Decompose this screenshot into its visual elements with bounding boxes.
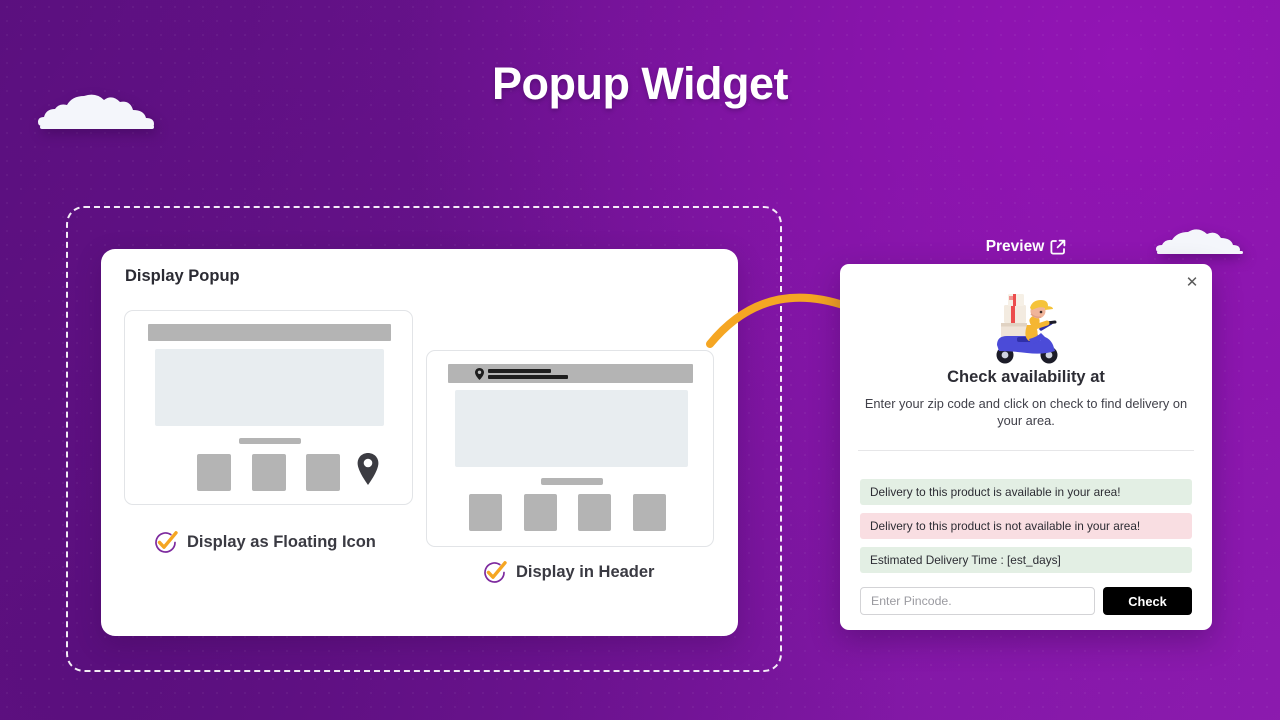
- preview-label: Preview: [840, 238, 1212, 256]
- delivery-scooter-icon: [996, 294, 1058, 364]
- option-label: Display in Header: [516, 563, 655, 581]
- wireframe-block: [252, 454, 286, 491]
- map-pin-icon: [357, 453, 379, 485]
- preview-text: Preview: [985, 238, 1045, 255]
- wireframe-center-bar: [541, 478, 603, 485]
- wireframe-header-line: [488, 369, 551, 373]
- display-popup-card: Display Popup Display as Floating Icon D…: [101, 249, 738, 636]
- page-title: Popup Widget: [491, 58, 789, 109]
- check-circle-icon: [155, 531, 178, 553]
- option-display-in-header[interactable]: Display in Header: [482, 560, 654, 585]
- wireframe-top-bar: [448, 364, 693, 383]
- wireframe-block: [578, 494, 611, 531]
- wireframe-block: [524, 494, 557, 531]
- display-popup-title: Display Popup: [125, 267, 240, 285]
- wireframe-block: [633, 494, 666, 531]
- wireframe-block: [197, 454, 231, 491]
- popup-divider: [858, 450, 1194, 451]
- popup-heading: Check availability at: [947, 368, 1105, 386]
- wireframe-center-bar: [239, 438, 301, 444]
- option-display-floating-icon[interactable]: Display as Floating Icon: [153, 530, 376, 555]
- check-button[interactable]: Check: [1103, 587, 1192, 615]
- external-link-icon[interactable]: [1050, 239, 1066, 255]
- wireframe-floating-icon[interactable]: [124, 310, 413, 505]
- status-message-estimated-time: Estimated Delivery Time : [est_days]: [860, 547, 1192, 573]
- popup-subtext: Enter your zip code and click on check t…: [864, 396, 1188, 429]
- wireframe-header-display[interactable]: [426, 350, 714, 547]
- status-message-not-available: Delivery to this product is not availabl…: [860, 513, 1192, 539]
- option-label: Display as Floating Icon: [187, 533, 376, 551]
- wireframe-hero-area: [455, 390, 688, 467]
- wireframe-header-line: [488, 375, 568, 379]
- map-pin-icon: [475, 368, 484, 380]
- preview-popup-card: ✕ Check availability at Enter your zip c…: [840, 264, 1212, 630]
- wireframe-hero-area: [155, 349, 384, 426]
- wireframe-block: [306, 454, 340, 491]
- close-icon[interactable]: ✕: [1182, 272, 1202, 292]
- status-message-available: Delivery to this product is available in…: [860, 479, 1192, 505]
- wireframe-block: [469, 494, 502, 531]
- pincode-input[interactable]: [860, 587, 1095, 615]
- pincode-form: Check: [860, 587, 1192, 615]
- wireframe-top-bar: [148, 324, 391, 341]
- check-circle-icon: [484, 561, 507, 583]
